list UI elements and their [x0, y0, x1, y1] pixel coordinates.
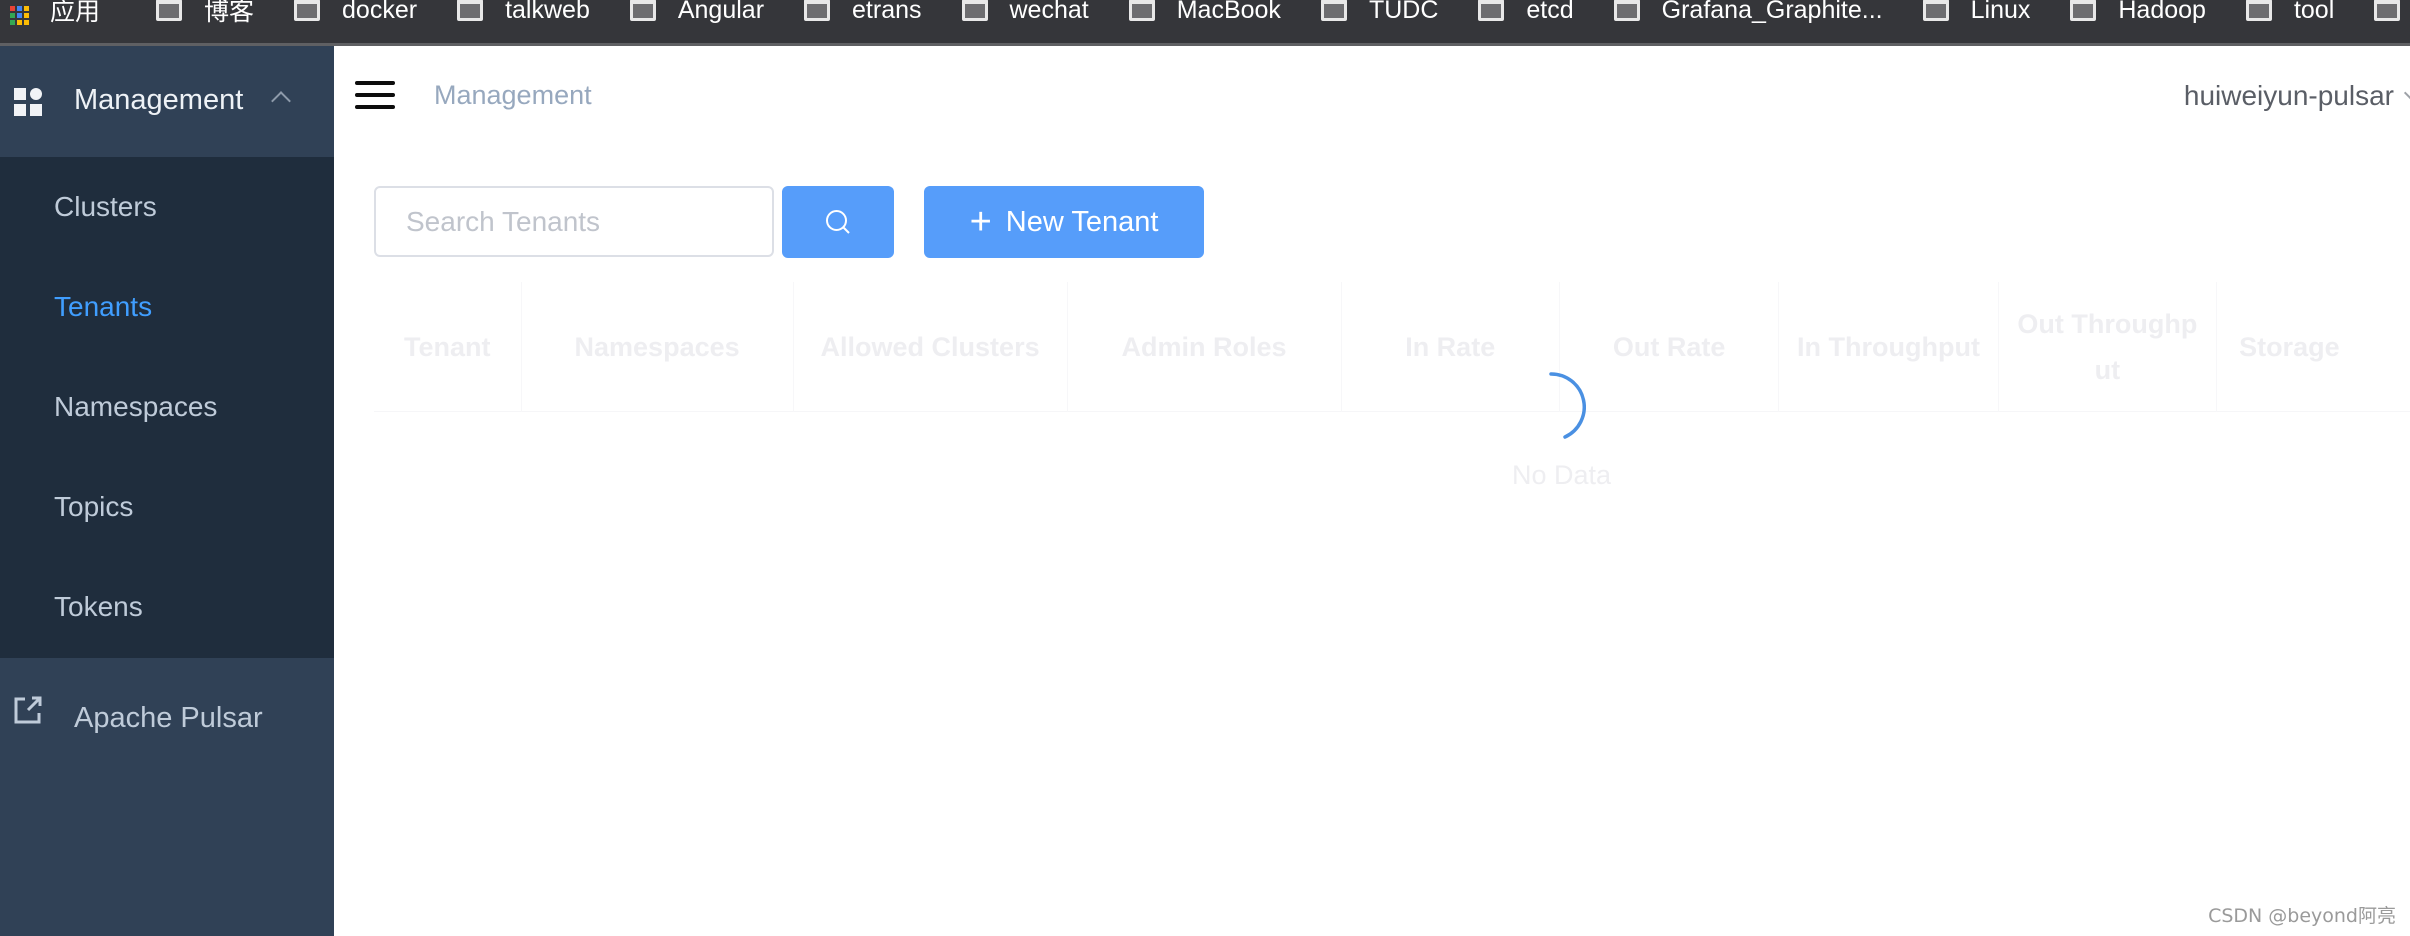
folder-icon	[1128, 0, 1155, 21]
bookmarks-row: 应用 博客 docker talkweb Angular etrans wechat Mac…	[0, 0, 2410, 32]
bookmark-label: docker	[342, 0, 418, 24]
bookmark-label: wechat	[1009, 0, 1089, 24]
bookmark-label: etcd	[1526, 0, 1574, 24]
sidebar-item-tokens[interactable]: Tokens	[0, 557, 334, 657]
new-tenant-button[interactable]: + New Tenant	[924, 186, 1204, 258]
sidebar-item-topics[interactable]: Topics	[0, 457, 334, 557]
folder-icon	[294, 0, 321, 21]
bookmark-label: Angular	[677, 0, 765, 24]
folder-icon	[1613, 0, 1640, 21]
folder-icon	[1478, 0, 1505, 21]
bookmark-item[interactable]: Angular	[629, 0, 765, 25]
column-header-in-throughput[interactable]: In Throughput	[1779, 282, 1999, 412]
search-tenants-input[interactable]	[374, 186, 774, 257]
bookmarks-bar: 应用 博客 docker talkweb Angular etrans wechat Mac…	[0, 0, 2410, 46]
folder-icon	[2374, 0, 2401, 21]
folder-icon	[961, 0, 988, 21]
bookmark-label: TUDC	[1368, 0, 1439, 24]
bookmark-apps-label: 应用	[50, 0, 101, 26]
sidebar-group-title: Management	[74, 84, 244, 116]
sidebar-item-tenants[interactable]: Tenants	[0, 257, 334, 357]
bookmark-label: 博客	[204, 0, 255, 26]
hamburger-menu-icon[interactable]	[355, 81, 395, 111]
cluster-selector-value: huiweiyun-pulsar	[2183, 80, 2394, 111]
bookmark-item[interactable]: MacBook	[1128, 0, 1281, 25]
bookmark-label: MacBook	[1176, 0, 1281, 24]
folder-icon	[156, 0, 183, 21]
folder-icon	[1922, 0, 1949, 21]
bookmark-label: Hadoop	[2118, 0, 2206, 24]
apps-grid-icon	[10, 0, 29, 25]
watermark: CSDN @beyond阿亮	[2208, 905, 2396, 927]
chevron-down-icon	[2403, 85, 2410, 101]
bookmark-label: Grafana_Graphite...	[1661, 0, 1883, 24]
sidebar-item-namespaces[interactable]: Namespaces	[0, 357, 334, 457]
search-icon	[826, 210, 850, 234]
bookmark-label: tool	[2293, 0, 2335, 24]
sidebar-group-management[interactable]: Management	[0, 46, 334, 157]
column-header-tenant[interactable]: Tenant	[374, 282, 522, 412]
empty-table-text: No Data	[1512, 460, 1612, 490]
sidebar: Management Clusters Tenants Namespaces T…	[0, 46, 334, 936]
apache-pulsar-label: Apache Pulsar	[74, 702, 263, 734]
bookmark-item[interactable]: wechat	[961, 0, 1089, 25]
bookmark-label: talkweb	[505, 0, 590, 24]
bookmark-item[interactable]: etcd	[1478, 0, 1574, 25]
bookmark-item[interactable]: etrans	[804, 0, 922, 25]
folder-icon	[1320, 0, 1347, 21]
column-header-storage[interactable]: Storage	[2217, 282, 2410, 412]
sidebar-item-clusters[interactable]: Clusters	[0, 157, 334, 257]
chevron-up-icon	[271, 91, 291, 111]
bookmark-item[interactable]: Hadoop	[2070, 0, 2206, 25]
tenants-table-header: Tenant Namespaces Allowed Clusters Admin…	[374, 282, 2410, 412]
folder-icon	[2245, 0, 2272, 21]
bookmark-item[interactable]: drools	[2374, 0, 2410, 25]
bookmark-item[interactable]: docker	[294, 0, 417, 25]
new-tenant-label: New Tenant	[1005, 205, 1159, 238]
main-content: Management huiweiyun-pulsar + New Tenant…	[334, 46, 2410, 936]
bookmark-item[interactable]: 博客	[156, 0, 254, 28]
folder-icon	[804, 0, 831, 21]
column-header-namespaces[interactable]: Namespaces	[522, 282, 794, 412]
column-header-out-throughput[interactable]: Out Throughput	[1999, 282, 2218, 412]
cluster-selector[interactable]: huiweiyun-pulsar	[2184, 80, 2410, 112]
bookmark-apps[interactable]: 应用	[10, 0, 100, 28]
plus-icon: +	[969, 201, 992, 243]
bookmark-item[interactable]: TUDC	[1320, 0, 1439, 25]
dashboard-grid-icon	[14, 88, 42, 116]
column-header-allowed-clusters[interactable]: Allowed Clusters	[794, 282, 1068, 412]
bookmark-label: Linux	[1970, 0, 2031, 24]
bookmark-label: etrans	[852, 0, 922, 24]
bookmark-item[interactable]: Linux	[1922, 0, 2031, 25]
loading-spinner-icon	[1549, 372, 1586, 439]
sidebar-item-apache-pulsar[interactable]: Apache Pulsar	[0, 658, 334, 758]
bookmark-item[interactable]: tool	[2245, 0, 2335, 25]
column-header-out-rate[interactable]: Out Rate	[1560, 282, 1780, 412]
folder-icon	[629, 0, 656, 21]
breadcrumb[interactable]: Management	[434, 80, 592, 111]
search-button[interactable]	[782, 186, 894, 258]
folder-icon	[2070, 0, 2097, 21]
bookmark-item[interactable]: Grafana_Graphite...	[1613, 0, 1883, 25]
bookmark-item[interactable]: talkweb	[457, 0, 590, 25]
column-header-admin-roles[interactable]: Admin Roles	[1068, 282, 1342, 412]
sidebar-submenu: Clusters Tenants Namespaces Topics Token…	[0, 157, 334, 658]
external-link-icon	[14, 696, 42, 724]
folder-icon	[457, 0, 484, 21]
